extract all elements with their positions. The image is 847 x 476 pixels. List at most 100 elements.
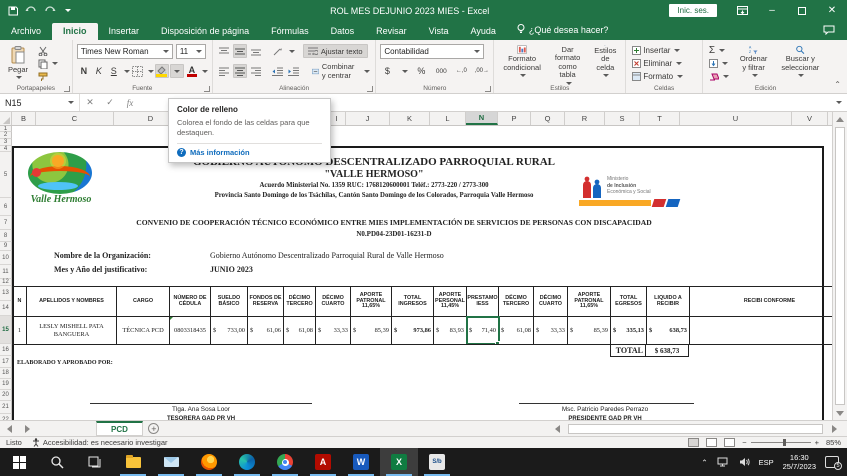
conditional-format-button[interactable]: Formato condicional: [498, 43, 546, 82]
font-dialog-launcher-icon[interactable]: [204, 86, 210, 92]
chrome-button[interactable]: [266, 448, 304, 476]
alignment-dialog-launcher-icon[interactable]: [367, 86, 373, 92]
select-all-corner[interactable]: [0, 112, 12, 125]
tab-ayuda[interactable]: Ayuda: [460, 23, 507, 40]
start-button[interactable]: [0, 448, 38, 476]
sort-filter-button[interactable]: AZ Ordenar y filtrar: [735, 43, 773, 82]
normal-view-icon[interactable]: [688, 438, 699, 447]
enter-icon[interactable]: ✓: [100, 94, 120, 111]
table-cell[interactable]: 0803318435: [170, 317, 211, 344]
word-button[interactable]: W: [342, 448, 380, 476]
zoom-in-icon[interactable]: +: [815, 438, 819, 447]
sheet-prev-icon[interactable]: [0, 421, 18, 436]
number-dialog-launcher-icon[interactable]: [485, 86, 491, 92]
accounting-format-icon[interactable]: $: [380, 64, 394, 78]
qat-customize-icon[interactable]: [65, 9, 71, 12]
comments-icon[interactable]: [823, 25, 835, 37]
align-center-icon[interactable]: [233, 64, 247, 78]
column-header-J[interactable]: J: [346, 112, 390, 125]
format-as-table-button[interactable]: Dar formato como tabla: [550, 43, 585, 82]
percent-format-icon[interactable]: %: [414, 64, 428, 78]
row-header-12[interactable]: 12: [0, 279, 12, 286]
format-cells-button[interactable]: Formato: [630, 72, 698, 82]
table-cell[interactable]: $973,86: [392, 317, 434, 344]
fill-button[interactable]: [707, 58, 731, 69]
borders-button[interactable]: [131, 64, 145, 78]
column-header-S[interactable]: S: [605, 112, 640, 125]
accessibility-status[interactable]: Accesibilidad: es necesario investigar: [32, 438, 168, 447]
excel-button[interactable]: X: [380, 448, 418, 476]
table-cell[interactable]: $335,13: [611, 317, 647, 344]
row-header-14[interactable]: 14: [0, 301, 12, 316]
table-cell[interactable]: [690, 317, 832, 344]
taskbar-search-button[interactable]: [38, 448, 76, 476]
column-header-T[interactable]: T: [640, 112, 680, 125]
table-cell[interactable]: $61,06: [248, 317, 284, 344]
table-cell[interactable]: 1: [13, 317, 27, 344]
increase-decimal-icon[interactable]: ←,0: [454, 64, 468, 78]
clear-button[interactable]: [707, 71, 731, 82]
vertical-scrollbar[interactable]: [832, 112, 847, 420]
sheet-next-icon[interactable]: [18, 421, 36, 436]
align-bottom-icon[interactable]: [249, 44, 263, 58]
column-header-V[interactable]: V: [792, 112, 828, 125]
minimize-button[interactable]: –: [757, 0, 787, 21]
tab-vista[interactable]: Vista: [418, 23, 460, 40]
sign-in-button[interactable]: Inic. ses.: [669, 4, 717, 17]
clock[interactable]: 16:3025/7/2023: [783, 453, 816, 472]
wrap-text-button[interactable]: Ajustar texto: [303, 44, 368, 58]
align-right-icon[interactable]: [249, 64, 263, 78]
volume-icon[interactable]: [739, 457, 750, 467]
scroll-down-icon[interactable]: [833, 406, 847, 420]
bold-button[interactable]: N: [77, 64, 91, 78]
selected-cell-n15[interactable]: $71,40: [467, 317, 499, 344]
table-cell[interactable]: $61,08: [499, 317, 534, 344]
row-header-21[interactable]: 21: [0, 401, 12, 414]
tab-datos[interactable]: Datos: [320, 23, 366, 40]
increase-indent-icon[interactable]: [287, 64, 301, 78]
find-select-button[interactable]: Buscar y seleccionar: [776, 43, 824, 82]
column-header-N[interactable]: N: [466, 112, 498, 125]
horizontal-scroll-thumb[interactable]: [568, 424, 823, 434]
copy-button[interactable]: [36, 58, 60, 69]
comma-format-icon[interactable]: 000: [434, 64, 448, 78]
italic-button[interactable]: K: [92, 64, 106, 78]
column-header-R[interactable]: R: [565, 112, 605, 125]
close-button[interactable]: ✕: [817, 0, 847, 21]
underline-button[interactable]: S: [107, 64, 121, 78]
new-sheet-button[interactable]: +: [143, 421, 165, 436]
row-header-2[interactable]: 2: [0, 132, 12, 139]
collapse-ribbon-icon[interactable]: ⌃: [828, 40, 847, 93]
horizontal-scrollbar[interactable]: [548, 421, 847, 436]
format-painter-button[interactable]: [36, 71, 60, 82]
number-format-select[interactable]: Contabilidad: [380, 44, 484, 59]
insert-function-icon[interactable]: fx: [120, 94, 140, 111]
network-icon[interactable]: [717, 457, 730, 467]
row-header-17[interactable]: 17: [0, 356, 12, 368]
clipboard-dialog-launcher-icon[interactable]: [64, 86, 70, 92]
name-box[interactable]: N15: [0, 94, 80, 111]
column-header-P[interactable]: P: [498, 112, 531, 125]
redo-icon[interactable]: [44, 6, 56, 16]
align-top-icon[interactable]: [217, 44, 231, 58]
fill-color-button[interactable]: [155, 64, 169, 78]
table-cell[interactable]: $33,33: [316, 317, 351, 344]
undo-icon[interactable]: [25, 6, 37, 16]
merge-center-button[interactable]: Combinar y centrar: [311, 64, 372, 78]
tab-archivo[interactable]: Archivo: [0, 23, 52, 40]
row-header-5[interactable]: 5: [0, 152, 12, 198]
column-header-L[interactable]: L: [430, 112, 466, 125]
row-header-6[interactable]: 6: [0, 198, 12, 216]
font-size-select[interactable]: 11: [176, 44, 206, 59]
align-middle-icon[interactable]: [233, 44, 247, 58]
row-header-8[interactable]: 8: [0, 230, 12, 242]
row-header-15[interactable]: 15: [0, 316, 12, 344]
zoom-slider[interactable]: − +: [742, 438, 819, 447]
edge-button[interactable]: [228, 448, 266, 476]
decrease-decimal-icon[interactable]: ,00→: [474, 64, 489, 78]
zoom-knob[interactable]: [783, 439, 786, 446]
language-indicator[interactable]: ESP: [759, 458, 774, 467]
tab-revisar[interactable]: Revisar: [365, 23, 418, 40]
tell-me-box[interactable]: ¿Qué desea hacer?: [507, 21, 619, 40]
table-cell[interactable]: $733,00: [211, 317, 248, 344]
